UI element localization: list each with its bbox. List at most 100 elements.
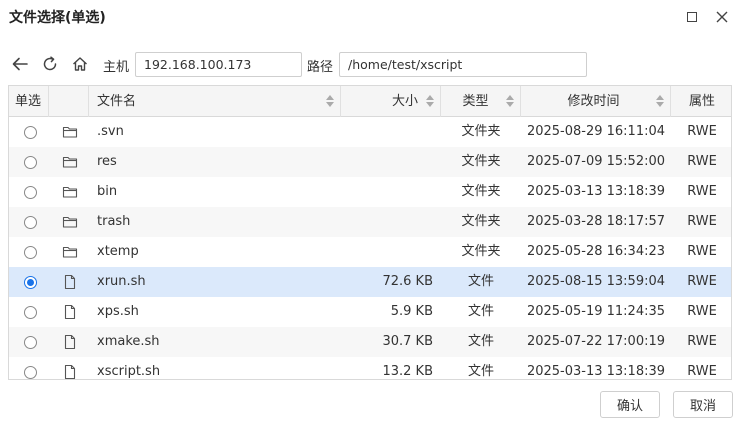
file-type: 文件夹 xyxy=(461,214,501,229)
file-modified: 2025-07-09 15:52:00 xyxy=(526,154,666,169)
file-modified: 2025-08-15 13:59:04 xyxy=(526,274,666,289)
row-radio[interactable] xyxy=(24,156,37,169)
file-attr: RWE xyxy=(687,124,717,139)
table-header: 单选 文件名 大小 类型 修改时间 属性 xyxy=(9,86,731,117)
sort-icon[interactable] xyxy=(506,95,514,108)
file-attr: RWE xyxy=(687,154,717,169)
column-header-select[interactable]: 单选 xyxy=(9,86,49,117)
file-size xyxy=(341,117,433,147)
file-attr: RWE xyxy=(687,274,717,289)
file-size: 13.2 KB xyxy=(382,364,433,379)
title-bar: 文件选择(单选) xyxy=(0,0,739,34)
file-name: .svn xyxy=(97,124,124,139)
sort-icon[interactable] xyxy=(426,95,434,108)
row-radio[interactable] xyxy=(24,276,37,289)
confirm-button[interactable]: 确认 xyxy=(600,391,660,418)
file-size: 30.7 KB xyxy=(382,334,433,349)
refresh-icon[interactable] xyxy=(40,54,60,74)
row-radio[interactable] xyxy=(24,336,37,349)
file-size xyxy=(341,177,433,207)
toolbar: 主机 路径 xyxy=(0,48,739,80)
folder-icon xyxy=(62,214,78,230)
home-icon[interactable] xyxy=(70,54,90,74)
table-row[interactable]: bin 文件夹 2025-03-13 13:18:39 RWE xyxy=(9,177,731,207)
row-radio[interactable] xyxy=(24,126,37,139)
path-input[interactable] xyxy=(339,52,587,77)
file-type: 文件夹 xyxy=(461,184,501,199)
column-header-modified[interactable]: 修改时间 xyxy=(521,86,671,117)
table-row[interactable]: xrun.sh 72.6 KB 文件 2025-08-15 13:59:04 RWE xyxy=(9,267,731,297)
file-name: xrun.sh xyxy=(97,274,146,289)
row-radio[interactable] xyxy=(24,366,37,379)
sort-icon[interactable] xyxy=(326,95,334,108)
row-radio[interactable] xyxy=(24,306,37,319)
table-row[interactable]: xscript.sh 13.2 KB 文件 2025-03-13 13:18:39 RW… xyxy=(9,357,731,379)
file-name: xtemp xyxy=(97,244,139,259)
file-type: 文件 xyxy=(467,334,494,349)
file-name: xscript.sh xyxy=(97,364,161,379)
file-modified: 2025-03-13 13:18:39 xyxy=(526,364,666,379)
file-type: 文件 xyxy=(467,304,494,319)
row-radio[interactable] xyxy=(24,216,37,229)
file-icon xyxy=(62,274,78,290)
folder-icon xyxy=(62,124,78,140)
file-type: 文件夹 xyxy=(461,244,501,259)
file-size: 72.6 KB xyxy=(382,274,433,289)
file-size xyxy=(341,237,433,267)
file-modified: 2025-05-19 11:24:35 xyxy=(526,304,666,319)
file-attr: RWE xyxy=(687,364,717,379)
folder-icon xyxy=(62,244,78,260)
file-type: 文件 xyxy=(467,364,494,379)
file-size: 5.9 KB xyxy=(390,304,433,319)
file-attr: RWE xyxy=(687,184,717,199)
file-name: xps.sh xyxy=(97,304,139,319)
cancel-button[interactable]: 取消 xyxy=(673,391,733,418)
table-row[interactable]: xmake.sh 30.7 KB 文件 2025-07-22 17:00:19 RWE xyxy=(9,327,731,357)
file-attr: RWE xyxy=(687,334,717,349)
file-size xyxy=(341,207,433,237)
file-type: 文件 xyxy=(467,274,494,289)
file-modified: 2025-08-29 16:11:04 xyxy=(526,124,666,139)
file-name: bin xyxy=(97,184,118,199)
file-attr: RWE xyxy=(687,214,717,229)
table-row[interactable]: xps.sh 5.9 KB 文件 2025-05-19 11:24:35 RWE xyxy=(9,297,731,327)
file-name: res xyxy=(97,154,117,169)
table-row[interactable]: res 文件夹 2025-07-09 15:52:00 RWE xyxy=(9,147,731,177)
column-header-attr[interactable]: 属性 xyxy=(671,86,731,117)
host-label: 主机 xyxy=(103,60,130,75)
close-icon[interactable] xyxy=(714,9,730,25)
column-header-size[interactable]: 大小 xyxy=(341,86,441,117)
file-modified: 2025-07-22 17:00:19 xyxy=(526,334,666,349)
host-input[interactable] xyxy=(135,52,302,77)
file-attr: RWE xyxy=(687,304,717,319)
file-icon xyxy=(62,364,78,379)
table-row[interactable]: xtemp 文件夹 2025-05-28 16:34:23 RWE xyxy=(9,237,731,267)
path-label: 路径 xyxy=(307,60,334,75)
file-modified: 2025-03-13 13:18:39 xyxy=(526,184,666,199)
dialog-title: 文件选择(单选) xyxy=(9,10,106,26)
folder-icon xyxy=(62,154,78,170)
row-radio[interactable] xyxy=(24,246,37,259)
file-size xyxy=(341,147,433,177)
column-header-name[interactable]: 文件名 xyxy=(89,86,341,117)
file-name: xmake.sh xyxy=(97,334,160,349)
file-icon xyxy=(62,304,78,320)
file-icon xyxy=(62,334,78,350)
column-header-icon xyxy=(49,86,89,117)
column-header-type[interactable]: 类型 xyxy=(441,86,521,117)
file-name: trash xyxy=(97,214,131,229)
file-type: 文件夹 xyxy=(461,124,501,139)
file-table: 单选 文件名 大小 类型 修改时间 属性 .svn 文件夹 2025-08-29 1… xyxy=(8,85,732,380)
file-type: 文件夹 xyxy=(461,154,501,169)
file-modified: 2025-05-28 16:34:23 xyxy=(526,244,666,259)
sort-icon[interactable] xyxy=(656,95,664,108)
folder-icon xyxy=(62,184,78,200)
file-modified: 2025-03-28 18:17:57 xyxy=(526,214,666,229)
back-arrow-icon[interactable] xyxy=(10,54,30,74)
row-radio[interactable] xyxy=(24,186,37,199)
table-row[interactable]: .svn 文件夹 2025-08-29 16:11:04 RWE xyxy=(9,117,731,147)
file-attr: RWE xyxy=(687,244,717,259)
maximize-icon[interactable] xyxy=(684,9,700,25)
table-body: .svn 文件夹 2025-08-29 16:11:04 RWE res 文件夹 2025-… xyxy=(9,117,731,379)
table-row[interactable]: trash 文件夹 2025-03-28 18:17:57 RWE xyxy=(9,207,731,237)
